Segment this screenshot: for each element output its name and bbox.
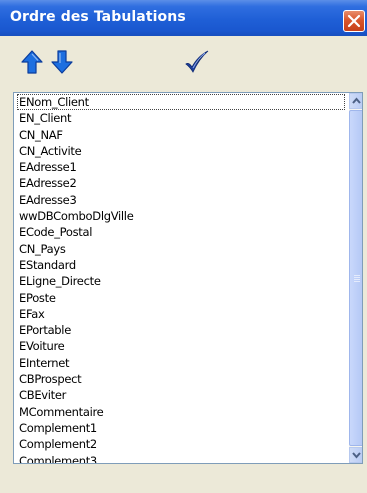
list-item[interactable]: ECode_Postal — [17, 224, 345, 240]
list-item[interactable]: ENom_Client — [17, 94, 345, 111]
toolbar — [0, 36, 367, 89]
scroll-up-button[interactable] — [349, 93, 362, 109]
list-item[interactable]: Complement3 — [17, 453, 345, 463]
scroll-thumb[interactable] — [349, 110, 362, 446]
list-item[interactable]: EFax — [17, 306, 345, 322]
validate-button[interactable] — [184, 50, 210, 74]
list-item[interactable]: EStandard — [17, 257, 345, 273]
list-items: ENom_Client EN_Client CN_NAF CN_Activite EAd… — [17, 94, 345, 463]
list-item[interactable]: ELigne_Directe — [17, 273, 345, 289]
list-item[interactable]: EPoste — [17, 290, 345, 306]
list-item[interactable]: EAdresse1 — [17, 159, 345, 175]
move-down-button[interactable] — [51, 50, 73, 74]
list-item[interactable]: CN_NAF — [17, 127, 345, 143]
list-item[interactable]: Complement1 — [17, 420, 345, 436]
vertical-scrollbar[interactable] — [349, 93, 362, 463]
list-item[interactable]: MCommentaire — [17, 404, 345, 420]
move-up-button[interactable] — [21, 50, 43, 74]
chevron-up-icon — [352, 97, 361, 104]
list-item[interactable]: EAdresse3 — [17, 192, 345, 208]
title-bar: Ordre des Tabulations — [0, 0, 367, 36]
list-item[interactable]: EN_Client — [17, 110, 345, 126]
arrow-up-icon — [21, 50, 43, 74]
list-item[interactable]: EInternet — [17, 355, 345, 371]
list-item[interactable]: CN_Pays — [17, 241, 345, 257]
scroll-down-button[interactable] — [349, 447, 362, 463]
list-item[interactable]: EVoiture — [17, 338, 345, 354]
checkmark-icon — [185, 50, 209, 73]
list-item[interactable]: Complement2 — [17, 436, 345, 452]
list-item[interactable]: EAdresse2 — [17, 175, 345, 191]
chevron-down-icon — [352, 452, 361, 459]
list-item[interactable]: wwDBComboDlgVille — [17, 208, 345, 224]
list-item[interactable]: CBProspect — [17, 371, 345, 387]
close-button[interactable] — [343, 10, 365, 32]
list-item[interactable]: EPortable — [17, 322, 345, 338]
window-title: Ordre des Tabulations — [10, 9, 186, 25]
list-item[interactable]: CN_Activite — [17, 143, 345, 159]
tab-order-list[interactable]: ENom_Client EN_Client CN_NAF CN_Activite EAd… — [13, 92, 363, 464]
arrow-down-icon — [51, 50, 73, 74]
close-icon — [347, 14, 361, 28]
list-item[interactable]: CBEviter — [17, 387, 345, 403]
